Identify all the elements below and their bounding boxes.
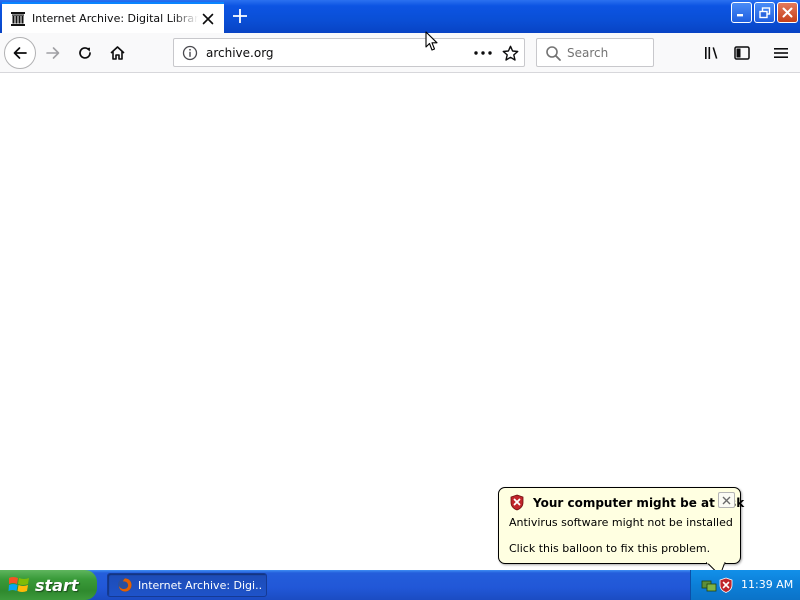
back-button[interactable] bbox=[4, 37, 36, 69]
archive-building-icon bbox=[10, 11, 26, 27]
balloon-action-text[interactable]: Click this balloon to fix this problem. bbox=[509, 542, 710, 555]
library-button[interactable] bbox=[696, 38, 726, 68]
search-bar[interactable] bbox=[536, 38, 654, 67]
reload-button[interactable] bbox=[70, 38, 100, 68]
security-shield-icon bbox=[509, 494, 525, 511]
security-shield-tray-icon[interactable] bbox=[718, 577, 734, 593]
hamburger-menu-icon bbox=[774, 48, 788, 58]
navigation-toolbar: archive.org bbox=[0, 33, 800, 73]
info-icon[interactable] bbox=[182, 45, 198, 61]
clock: 11:39 AM bbox=[741, 578, 794, 591]
balloon-close-icon[interactable] bbox=[718, 492, 735, 508]
search-icon bbox=[545, 45, 562, 62]
url-text[interactable]: archive.org bbox=[206, 46, 274, 60]
reload-icon bbox=[79, 47, 91, 59]
forward-button[interactable] bbox=[38, 38, 68, 68]
home-icon bbox=[109, 46, 125, 60]
system-tray: 11:39 AM bbox=[690, 570, 800, 600]
restore-window-icon[interactable] bbox=[754, 2, 775, 23]
taskbar-item-label: Internet Archive: Digi... bbox=[138, 578, 262, 592]
library-icon bbox=[704, 47, 717, 59]
sidebar-button[interactable] bbox=[727, 38, 757, 68]
sidebar-icon bbox=[734, 46, 750, 60]
home-button[interactable] bbox=[102, 38, 132, 68]
balloon-message: Antivirus software might not be installe… bbox=[509, 516, 733, 529]
firefox-icon bbox=[118, 578, 132, 592]
new-tab-plus-icon[interactable] bbox=[228, 5, 252, 27]
search-input[interactable] bbox=[567, 43, 649, 63]
tab-title: Internet Archive: Digital Library of Fre… bbox=[32, 12, 198, 25]
balloon-title: Your computer might be at risk bbox=[533, 496, 745, 510]
forward-arrow-icon bbox=[46, 47, 60, 59]
mouse-cursor-icon bbox=[425, 31, 438, 51]
taskbar-item-firefox[interactable]: Internet Archive: Digi... bbox=[107, 573, 267, 597]
menu-button[interactable] bbox=[766, 38, 796, 68]
url-bar[interactable]: archive.org bbox=[173, 38, 525, 67]
windows-logo-icon bbox=[8, 577, 29, 592]
more-dots-icon[interactable] bbox=[472, 45, 494, 61]
star-icon[interactable] bbox=[501, 44, 519, 62]
start-label: start bbox=[35, 575, 79, 595]
minimize-window-icon[interactable] bbox=[731, 2, 752, 23]
taskbar: start Internet Archive: Digi... 11:39 AM bbox=[0, 570, 800, 600]
tab-close-icon[interactable] bbox=[198, 9, 218, 29]
network-icon[interactable] bbox=[701, 577, 717, 593]
active-tab[interactable]: Internet Archive: Digital Library of Fre… bbox=[2, 2, 224, 33]
start-button[interactable]: start bbox=[0, 570, 97, 600]
close-window-icon[interactable] bbox=[777, 2, 798, 23]
browser-title-bar: Internet Archive: Digital Library of Fre… bbox=[0, 0, 800, 33]
security-balloon[interactable]: Your computer might be at risk Antivirus… bbox=[498, 487, 745, 564]
back-arrow-icon bbox=[13, 47, 27, 59]
